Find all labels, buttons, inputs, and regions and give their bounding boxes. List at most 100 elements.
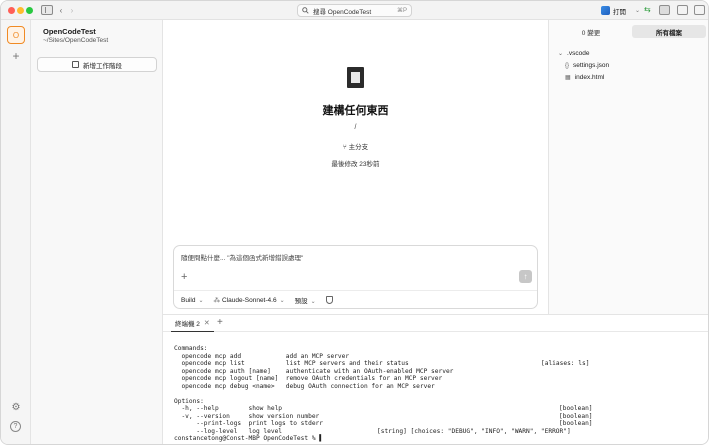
terminal-line: opencode mcp list list MCP servers and t… xyxy=(174,360,704,368)
terminal-line-text: -v, --version show version number xyxy=(174,412,320,420)
chevron-down-icon: ⌄ xyxy=(198,297,204,304)
tree-item-label: settings.json xyxy=(573,62,610,69)
terminal-line-text: -h, --help show help xyxy=(174,405,283,412)
terminal-tab[interactable]: 終端機 2 ✕ xyxy=(171,315,214,332)
terminal-line-text: Commands: xyxy=(174,345,208,352)
terminal-line-annotation: [aliases: ls] xyxy=(541,360,590,367)
json-file-icon: {} xyxy=(565,62,570,69)
files-panel: 0 變更 所有檔案 ⌄ .vscode {} settings.json ▦ i… xyxy=(548,20,708,314)
terminal-line-annotation: [string] [choices: "DEBUG", "INFO", "WAR… xyxy=(377,427,571,435)
terminal-line-annotation: [boolean] xyxy=(559,412,593,420)
terminal-line-text: --log-level log level xyxy=(174,427,283,435)
tree-folder-vscode[interactable]: ⌄ .vscode xyxy=(558,50,589,57)
tree-item-label: index.html xyxy=(574,74,605,81)
terminal-line: opencode mcp logout [name] remove OAuth … xyxy=(174,375,704,383)
prompt-input[interactable]: 隨便問點什麼... "為這個函式新增錯誤處理" xyxy=(181,252,303,262)
terminal-line-text: opencode mcp debug <name> debug OAuth co… xyxy=(174,382,435,390)
add-terminal-icon[interactable]: + xyxy=(217,317,223,328)
page-title: 建構任何東西 xyxy=(322,105,389,117)
search-shortcut: ⌘P xyxy=(396,8,407,14)
project-name: OpenCodeTest xyxy=(43,27,96,36)
terminal-line: --log-level log level [string] [choices: … xyxy=(174,428,704,436)
toggle-sidebar-icon[interactable] xyxy=(41,5,53,15)
terminal-tab-label: 終端機 2 xyxy=(175,321,200,328)
chevron-down-icon: ⌄ xyxy=(558,51,564,57)
terminal-line-text: opencode mcp add add an MCP server xyxy=(174,352,350,360)
terminal-output[interactable]: Commands: opencode mcp add add an MCP se… xyxy=(174,345,704,443)
terminal-line-text: opencode mcp auth [name] authenticate wi… xyxy=(174,367,454,375)
agent-label: Build xyxy=(181,296,196,304)
terminal-line-text: opencode mcp list list MCP servers and t… xyxy=(174,360,409,367)
search-icon xyxy=(302,7,309,14)
app-window: ‹ › 搜尋 OpenCodeTest ⌘P 打開 ⌄ ⇆ O + ⚙ ? Op… xyxy=(0,0,709,445)
terminal-line: --print-logs print logs to stderr [boolea… xyxy=(174,420,704,428)
git-branch-icon: ⑂ xyxy=(342,144,347,151)
branch-info: ⑂ 主分支 xyxy=(163,141,548,151)
terminal-line: opencode mcp debug <name> debug OAuth co… xyxy=(174,383,704,391)
git-changes-icon[interactable]: ⇆ xyxy=(644,5,655,15)
open-in-app-button[interactable]: 打開 ⌄ xyxy=(598,4,643,17)
title-bar: ‹ › 搜尋 OpenCodeTest ⌘P 打開 ⌄ ⇆ xyxy=(1,1,708,20)
terminal-line: Commands: xyxy=(174,345,704,353)
model-label: Claude-Sonnet-4.6 xyxy=(222,297,277,304)
attach-plus-icon[interactable]: + xyxy=(181,271,187,283)
terminal-line: -v, --version show version number [boolea… xyxy=(174,413,704,421)
send-arrow-icon[interactable]: ↑ xyxy=(519,270,532,283)
terminal-line-text: --print-logs print logs to stderr xyxy=(174,420,324,427)
opencode-logo-icon xyxy=(347,67,364,88)
search-bar[interactable]: 搜尋 OpenCodeTest ⌘P xyxy=(297,4,412,17)
session-main: 建構任何東西 / ⑂ 主分支 最後修改 23秒前 隨便問點什麼... "為這個函… xyxy=(163,20,548,314)
variant-select[interactable]: 預設 ⌄ xyxy=(295,295,316,305)
new-session-button[interactable]: 新增工作階段 xyxy=(37,57,157,72)
project-avatar[interactable]: O xyxy=(7,26,25,44)
terminal-line: Options: xyxy=(174,398,704,406)
last-modified: 最後修改 23秒前 xyxy=(331,161,380,168)
terminal-line-annotation: [boolean] xyxy=(559,405,593,412)
tab-all-files[interactable]: 所有檔案 xyxy=(632,25,706,38)
chevron-down-icon[interactable]: ⌄ xyxy=(635,7,640,14)
chevron-down-icon: ⌄ xyxy=(310,299,316,305)
agent-select[interactable]: Build ⌄ xyxy=(181,297,204,304)
terminal-line-annotation: [boolean] xyxy=(559,420,593,427)
close-window-button[interactable] xyxy=(8,7,15,14)
zoom-window-button[interactable] xyxy=(26,7,33,14)
chevron-down-icon: ⌄ xyxy=(279,298,285,304)
terminal-line: -h, --help show help [boolean] xyxy=(174,405,704,413)
close-icon[interactable]: ✕ xyxy=(204,319,210,327)
composer-toolbar: Build ⌄ ⁂ Claude-Sonnet-4.6 ⌄ 預設 ⌄ xyxy=(174,290,537,309)
terminal-line: opencode mcp auth [name] authenticate wi… xyxy=(174,368,704,376)
toggle-terminal-icon[interactable] xyxy=(659,5,670,15)
tree-item-label: .vscode xyxy=(567,50,590,57)
toggle-files-panel-icon[interactable] xyxy=(694,5,705,15)
minimize-window-button[interactable] xyxy=(17,7,24,14)
settings-gear-icon[interactable]: ⚙ xyxy=(10,402,22,414)
compose-icon xyxy=(72,61,79,68)
terminal-line: constancetong@Const-MBP OpenCodeTest % ▌ xyxy=(174,435,704,443)
search-text: 搜尋 OpenCodeTest xyxy=(313,8,372,16)
vscode-app-icon xyxy=(601,6,610,15)
prompt-composer: 隨便問點什麼... "為這個函式新增錯誤處理" + ↑ Build ⌄ ⁂ Clau… xyxy=(173,245,538,309)
branch-name: 主分支 xyxy=(348,144,369,151)
new-session-label: 新增工作階段 xyxy=(83,62,122,70)
variant-label: 預設 xyxy=(294,298,308,305)
toggle-review-panel-icon[interactable] xyxy=(677,5,688,15)
terminal-line-text: Options: xyxy=(174,397,204,405)
add-project-icon[interactable]: + xyxy=(10,50,22,62)
model-select[interactable]: ⁂ Claude-Sonnet-4.6 ⌄ xyxy=(214,296,285,304)
permissions-shield-icon[interactable] xyxy=(325,296,333,304)
tree-file-index-html[interactable]: ▦ index.html xyxy=(565,74,604,81)
terminal-tabs: 終端機 2 ✕ + xyxy=(163,315,708,332)
tab-changes[interactable]: 0 變更 xyxy=(554,25,628,38)
forward-arrow-icon[interactable]: › xyxy=(68,5,76,16)
open-label: 打開 xyxy=(613,8,626,16)
terminal-panel: 終端機 2 ✕ + Commands: opencode mcp add add… xyxy=(163,314,708,444)
project-rail: O + ⚙ ? xyxy=(1,20,31,444)
project-path: ~/Sites/OpenCodeTest xyxy=(43,37,109,44)
terminal-line-text: opencode mcp logout [name] remove OAuth … xyxy=(174,375,443,382)
back-arrow-icon[interactable]: ‹ xyxy=(57,5,65,16)
terminal-line: opencode mcp add add an MCP server xyxy=(174,353,704,361)
terminal-line-text: constancetong@Const-MBP OpenCodeTest % ▌ xyxy=(174,435,324,442)
help-icon[interactable]: ? xyxy=(10,421,21,432)
tree-file-settings-json[interactable]: {} settings.json xyxy=(565,62,609,69)
